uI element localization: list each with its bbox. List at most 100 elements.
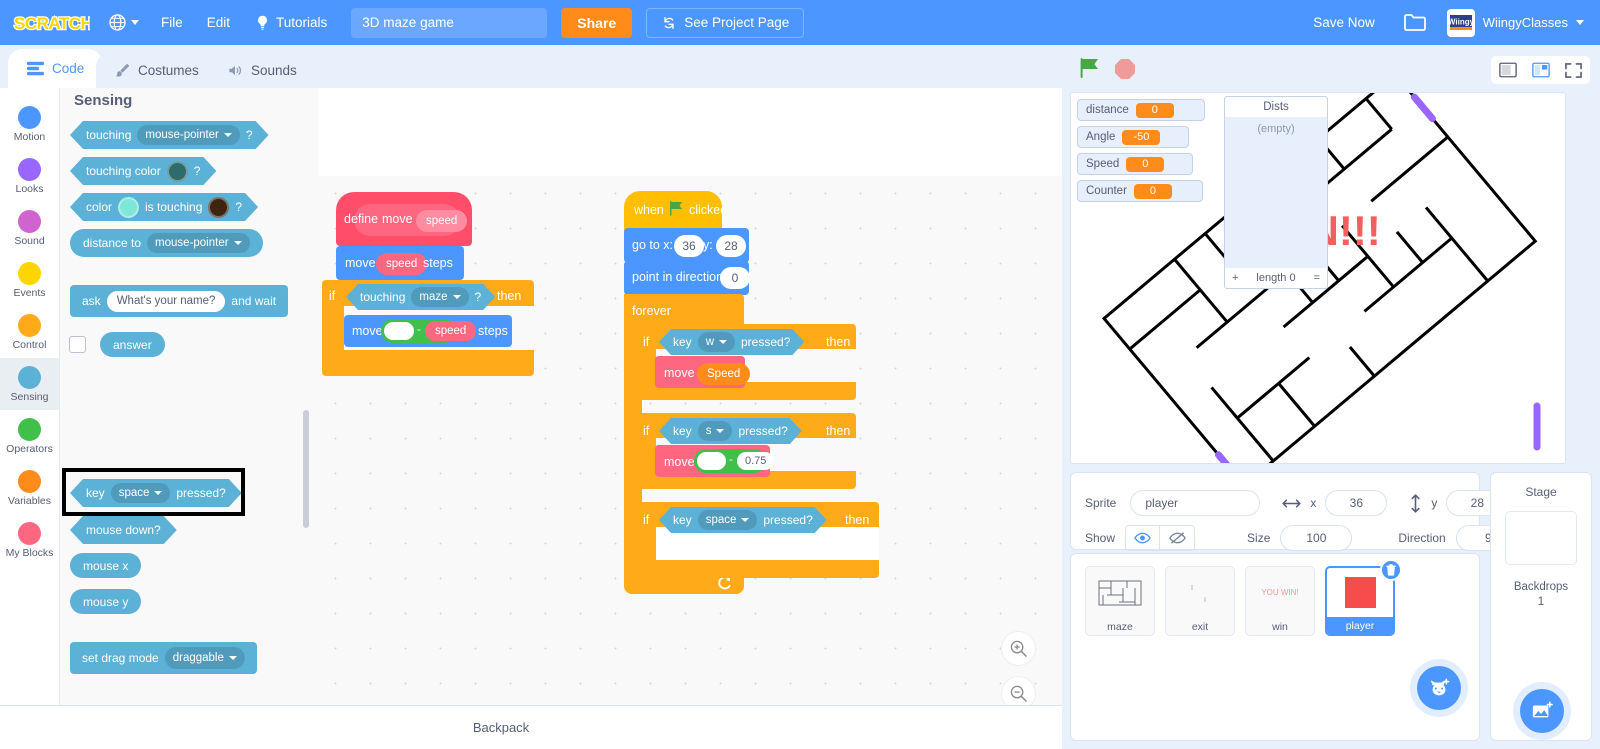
- var-speed[interactable]: speed: [425, 321, 477, 341]
- script-canvas[interactable]: define move speed move speed steps if to…: [318, 176, 1062, 749]
- key-w-dropdown[interactable]: w: [698, 332, 735, 352]
- distance-to-dropdown[interactable]: mouse-pointer: [147, 233, 250, 253]
- palette-block-mouse-x[interactable]: mouse x: [70, 553, 142, 578]
- palette-block-key-pressed[interactable]: key space pressed?: [70, 479, 242, 507]
- palette-block-ask-and-wait[interactable]: ask What's your name? and wait: [70, 285, 289, 317]
- category-sound[interactable]: Sound: [0, 202, 59, 254]
- category-operators[interactable]: Operators: [0, 410, 59, 462]
- sprite-name-input[interactable]: player: [1130, 490, 1261, 516]
- category-sensing[interactable]: Sensing: [0, 358, 59, 410]
- small-stage-icon: [1498, 62, 1517, 78]
- palette-section-title: Sensing: [74, 92, 133, 109]
- save-now-button[interactable]: Save Now: [1299, 15, 1389, 30]
- palette-block-distance-to[interactable]: distance to mouse-pointer: [70, 229, 263, 257]
- palette-block-mouse-down[interactable]: mouse down?: [70, 516, 177, 544]
- menu-tutorials[interactable]: Tutorials: [242, 0, 339, 45]
- category-variables[interactable]: Variables: [0, 462, 59, 514]
- my-stuff-button[interactable]: [1389, 12, 1441, 33]
- sprite-card-maze[interactable]: maze: [1085, 566, 1155, 636]
- answer-monitor-checkbox[interactable]: [69, 336, 86, 353]
- monitor-distance[interactable]: distance 0: [1077, 99, 1205, 121]
- palette-block-touching-color[interactable]: touching color ?: [70, 157, 216, 185]
- proc-param-speed[interactable]: speed: [416, 210, 468, 232]
- stage-selector-panel[interactable]: Stage Backdrops 1: [1490, 472, 1592, 741]
- category-my-blocks[interactable]: My Blocks: [0, 514, 59, 566]
- var-speed-arg[interactable]: Speed: [697, 363, 751, 385]
- goto-y-input[interactable]: 28: [716, 235, 746, 257]
- normal-stage-button[interactable]: [1524, 56, 1557, 84]
- touching-dropdown[interactable]: mouse-pointer: [137, 125, 240, 145]
- add-backdrop-button[interactable]: [1520, 689, 1564, 733]
- fullscreen-button[interactable]: [1557, 56, 1590, 84]
- share-button[interactable]: Share: [561, 7, 633, 38]
- key-dropdown[interactable]: space: [111, 483, 171, 503]
- menu-edit[interactable]: Edit: [195, 0, 242, 45]
- key-s-dropdown[interactable]: s: [698, 421, 733, 441]
- category-motion[interactable]: Motion: [0, 98, 59, 150]
- palette-block-color-is-touching[interactable]: color is touching ?: [70, 193, 258, 221]
- zoom-out-icon: [1010, 685, 1027, 702]
- block-touching-maze[interactable]: touching maze ?: [346, 284, 495, 310]
- var-speed[interactable]: speed: [376, 253, 428, 275]
- monitor-speed[interactable]: Speed 0: [1077, 153, 1193, 175]
- block-key-space-pressed[interactable]: key space pressed?: [659, 507, 827, 533]
- category-looks[interactable]: Looks: [0, 150, 59, 202]
- sprite-size-input[interactable]: 100: [1280, 525, 1353, 551]
- sprite-card-player[interactable]: player: [1325, 559, 1402, 636]
- palette-block-touching[interactable]: touching mouse-pointer ?: [70, 121, 269, 149]
- move-label: move: [352, 324, 383, 338]
- monitor-angle[interactable]: Angle -50: [1077, 126, 1189, 148]
- category-color-dot: [18, 313, 41, 337]
- ask-text-input[interactable]: What's your name?: [106, 290, 226, 312]
- project-title-input[interactable]: [351, 7, 548, 38]
- operand-left-input[interactable]: [697, 452, 726, 470]
- block-palette[interactable]: Sensing touching mouse-pointer ? touchin…: [60, 88, 318, 705]
- sprite-card-exit[interactable]: exit: [1165, 566, 1235, 636]
- account-menu[interactable]: Wiingy WiingyClasses: [1441, 8, 1600, 37]
- palette-block-set-drag-mode[interactable]: set drag mode draggable: [70, 642, 257, 674]
- chevron-down-icon: [719, 340, 727, 344]
- drag-mode-dropdown[interactable]: draggable: [164, 647, 245, 669]
- sprite-card-win[interactable]: YOU WIN! win: [1245, 566, 1315, 636]
- win-thumb-text: YOU WIN!: [1261, 588, 1299, 597]
- goto-x-input[interactable]: 36: [674, 235, 704, 257]
- block-key-s-pressed[interactable]: key s pressed?: [659, 418, 802, 444]
- language-selector[interactable]: [90, 13, 149, 32]
- backpack-bar[interactable]: Backpack: [0, 705, 1062, 749]
- hide-sprite-button[interactable]: [1160, 525, 1196, 551]
- color-swatch[interactable]: [167, 161, 188, 182]
- touching-target-dropdown[interactable]: maze: [411, 287, 468, 307]
- category-control[interactable]: Control: [0, 306, 59, 358]
- add-sprite-button[interactable]: [1417, 666, 1461, 710]
- sprite-x-input[interactable]: 36: [1325, 490, 1388, 516]
- color-swatch[interactable]: [208, 197, 229, 218]
- green-flag-button[interactable]: [1078, 57, 1102, 85]
- color-swatch[interactable]: [118, 197, 139, 218]
- see-project-page-button[interactable]: See Project Page: [646, 7, 805, 38]
- palette-scrollbar[interactable]: [303, 410, 309, 528]
- list-resize-handle[interactable]: =: [1314, 272, 1320, 284]
- green-flag-icon: [1080, 58, 1098, 78]
- scratch-logo[interactable]: SCRATCH: [12, 10, 90, 36]
- palette-block-mouse-y[interactable]: mouse y: [70, 589, 142, 614]
- menu-file[interactable]: File: [149, 0, 195, 45]
- tab-costumes[interactable]: Costumes: [96, 53, 217, 88]
- key-space-dropdown[interactable]: space: [698, 510, 758, 530]
- small-stage-button[interactable]: [1491, 56, 1524, 84]
- category-events[interactable]: Events: [0, 254, 59, 306]
- tab-code[interactable]: Code: [8, 49, 103, 88]
- stop-button[interactable]: [1114, 58, 1136, 85]
- operand-right-input[interactable]: 0.75: [737, 452, 775, 470]
- tab-sounds[interactable]: Sounds: [208, 53, 315, 88]
- direction-input[interactable]: 0: [720, 267, 750, 289]
- list-monitor-dists[interactable]: Dists (empty) + length 0 =: [1224, 96, 1328, 289]
- delete-sprite-button[interactable]: [1380, 559, 1402, 581]
- block-key-w-pressed[interactable]: key w pressed?: [659, 329, 804, 355]
- list-add-button[interactable]: +: [1232, 272, 1238, 284]
- zoom-in-button[interactable]: [1001, 631, 1036, 666]
- stage-area[interactable]: WIN!!! distance 0 Angle -50 Speed 0 Coun…: [1070, 92, 1566, 464]
- monitor-counter[interactable]: Counter 0: [1077, 180, 1203, 202]
- show-sprite-button[interactable]: [1125, 525, 1161, 551]
- palette-block-answer[interactable]: answer: [100, 332, 165, 357]
- operand-left-input[interactable]: [384, 322, 414, 340]
